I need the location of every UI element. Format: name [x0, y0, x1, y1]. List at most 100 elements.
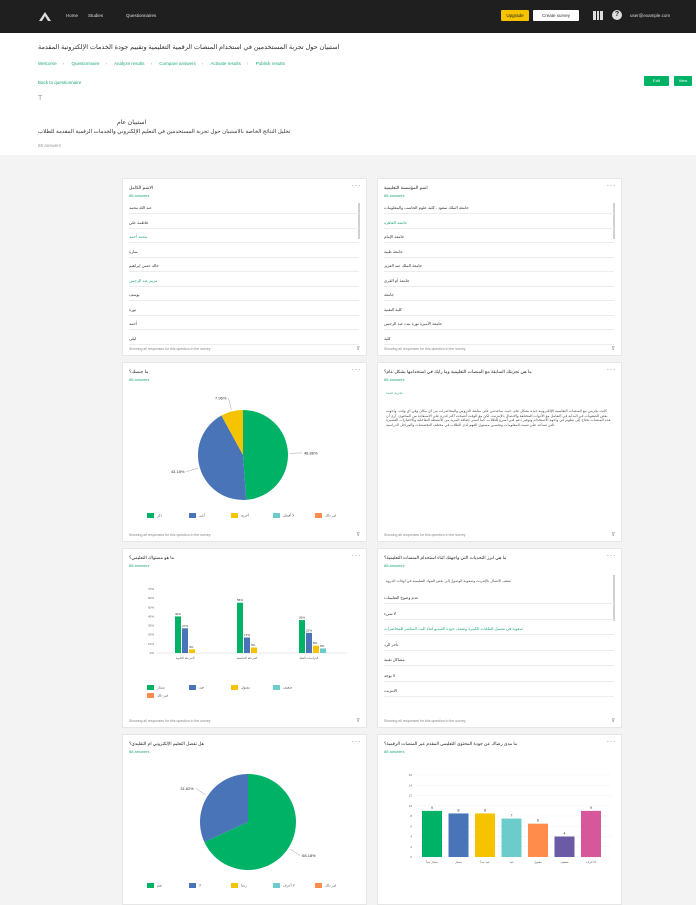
y-tick-label: 50% [148, 605, 154, 609]
bar-data-label: 27% [182, 624, 188, 628]
breadcrumb-steps: Welcome › Questionnaire › Analyze results ›… [38, 61, 285, 66]
question-title: ما جنسك؟ [129, 369, 149, 374]
bar-data-label: 6% [251, 643, 256, 647]
legend-label: أخرى [241, 513, 249, 518]
grouped-bar-chart: 0% 10% 20% 30% 40% 50% 60% 70% 40% 27% 4% المرحلة ا… [148, 587, 347, 660]
nav-studies[interactable]: Studies [88, 13, 103, 18]
x-tick-label: ممتاز جداً [426, 859, 438, 864]
legend-swatch [273, 513, 280, 518]
legend-item[interactable]: أنثى [189, 513, 205, 518]
bar [189, 649, 195, 653]
legend-item[interactable]: لا [189, 883, 201, 888]
list-item: كلية التقنية [384, 305, 614, 316]
more-icon[interactable]: ··· [352, 737, 362, 746]
list-item: جامعة الملك سعود - كلية علوم الحاسب والم… [384, 203, 614, 214]
more-icon[interactable]: ··· [352, 365, 362, 374]
legend-item[interactable]: لا أعرف [273, 883, 295, 888]
step-activate[interactable]: Activate results [210, 61, 241, 66]
legend-item[interactable]: غير ذلك [315, 883, 336, 888]
nav-questionnaires[interactable]: Questionnaires [126, 13, 156, 18]
list-item: تأخر الرد [384, 640, 614, 651]
back-link[interactable]: Back to questionnaire [38, 80, 81, 85]
y-tick-label: 0 [410, 855, 412, 859]
filter-icon[interactable]: ⊽ [611, 346, 615, 352]
view-button[interactable]: View [674, 76, 692, 86]
filter-icon[interactable]: ⊽ [356, 346, 360, 352]
list-item: مشاكل تقنية [384, 655, 614, 666]
bar [313, 645, 319, 653]
legend-label: نعم [157, 883, 162, 888]
legend-item[interactable]: مقبول [231, 685, 250, 690]
legend-swatch [147, 693, 154, 698]
bar [448, 813, 469, 857]
legend-item[interactable]: ربما [231, 883, 247, 888]
step-questionnaire[interactable]: Questionnaire [71, 61, 99, 66]
legend-swatch [189, 883, 196, 888]
legend-item[interactable]: نعم [147, 883, 162, 888]
legend-swatch [315, 883, 322, 888]
list-item: جامعة الأميرة نورة بنت عبد الرحمن [384, 319, 614, 330]
question-title: ما هي تجربتك السابقة مع المنصات التعليمي… [384, 369, 532, 374]
legend-swatch [147, 513, 154, 518]
more-icon[interactable]: ··· [607, 551, 617, 560]
question-card: ما هي تجربتك السابقة مع المنصات التعليمي… [377, 362, 622, 542]
question-card: هل تفضل التعليم الإلكتروني أم التقليدي؟ … [122, 734, 367, 905]
legend-item[interactable]: لا أفضل [273, 513, 294, 518]
filter-icon[interactable]: ⊽ [611, 718, 615, 724]
upgrade-button[interactable]: Upgrade [501, 10, 529, 21]
list-item: فاطمة علي [129, 218, 359, 229]
pie-label-line [289, 848, 301, 856]
nav-home[interactable]: Home [66, 13, 78, 18]
bar [554, 836, 575, 857]
legend-label: لا [199, 883, 201, 888]
card-footer: Showing all responses for this question … [384, 533, 466, 537]
more-icon[interactable]: ··· [607, 737, 617, 746]
y-tick-label: 12 [409, 794, 413, 798]
legend-item[interactable]: أخرى [231, 513, 249, 518]
text-format-icon[interactable]: T [38, 95, 42, 102]
card-footer: Showing all responses for this question … [129, 719, 211, 723]
step-compare[interactable]: Compare answers [159, 61, 196, 66]
y-tick-label: 14 [409, 783, 413, 787]
pie-label-line [186, 468, 198, 472]
filter-icon[interactable]: ⊽ [356, 718, 360, 724]
list-item: نورة [129, 305, 359, 316]
survey-name: استبيان عام [117, 120, 147, 126]
y-tick-label: 60% [148, 596, 154, 600]
list-item: عبد الله محمد [129, 203, 359, 214]
user-email[interactable]: user@example.com [630, 13, 670, 18]
question-title: ما هو مستواك التعليمي؟ [129, 555, 175, 560]
legend-item[interactable]: ضعيف [273, 685, 292, 690]
legend-item[interactable]: غير ذلك [147, 693, 168, 698]
legend-item[interactable]: جيد [189, 685, 204, 690]
more-icon[interactable]: ··· [352, 181, 362, 190]
filter-icon[interactable]: ⊽ [356, 532, 360, 538]
legend-item[interactable]: ممتاز [147, 685, 165, 690]
card-footer: Showing all responses for this question … [384, 719, 466, 723]
question-title: الاسم الكامل [129, 185, 154, 190]
question-card: ما هي أبرز التحديات التي واجهتك أثناء اس… [377, 548, 622, 728]
create-survey-button[interactable]: Create survey [533, 10, 579, 21]
step-publish[interactable]: Publish results [256, 61, 285, 66]
bar [306, 632, 312, 653]
more-icon[interactable]: ··· [607, 365, 617, 374]
bar [475, 813, 495, 857]
question-card: ما مدى رضاك عن جودة المحتوى التعليمي الم… [377, 734, 622, 905]
legend-item[interactable]: ذكر [147, 513, 162, 518]
filter-icon[interactable]: ⊽ [611, 532, 615, 538]
list-item: أحمد [129, 319, 359, 330]
logo-icon[interactable] [38, 10, 52, 22]
more-icon[interactable]: ··· [607, 181, 617, 190]
bar-data-label: 9 [431, 806, 433, 810]
x-tick-label: جيد [509, 860, 513, 864]
card-footer: Showing all responses for this question … [384, 347, 466, 351]
x-tick-label: المرحلة الثانوية [176, 656, 195, 660]
step-analyze[interactable]: Analyze results [114, 61, 145, 66]
edit-button[interactable]: Edit [644, 76, 669, 86]
question-card: ما جنسك؟ 88 answers ··· 48.86% 43.18% 7.96… [122, 362, 367, 542]
legend-item[interactable]: غير ذلك [315, 513, 336, 518]
more-icon[interactable]: ··· [352, 551, 362, 560]
step-welcome[interactable]: Welcome [38, 61, 57, 66]
apps-grid-icon[interactable] [593, 11, 603, 20]
help-icon[interactable]: ? [612, 10, 622, 20]
